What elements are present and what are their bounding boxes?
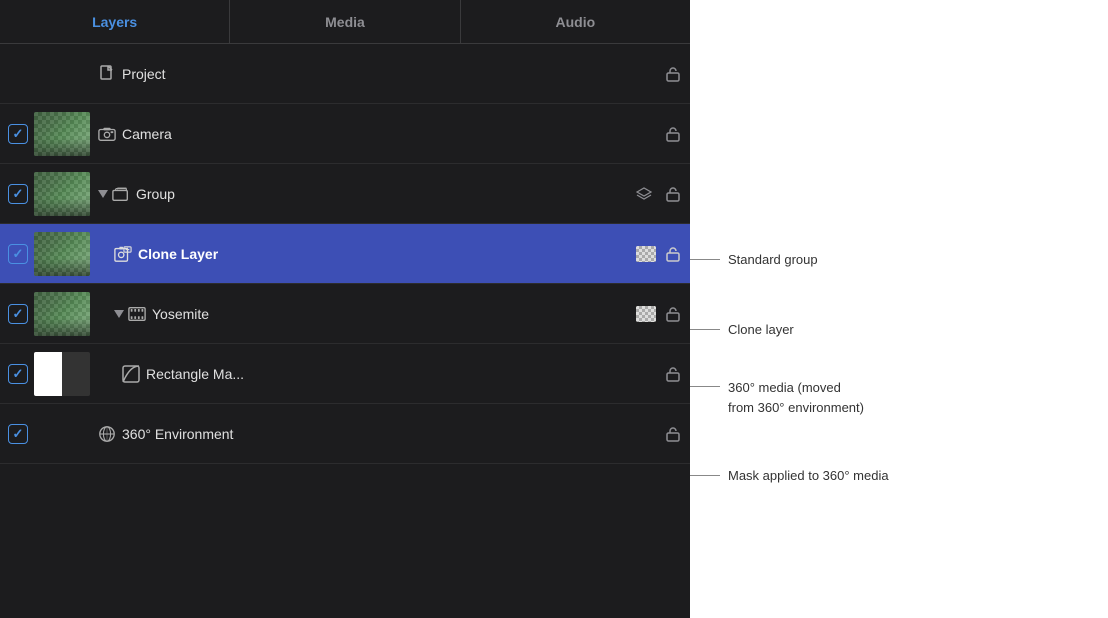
mini-thumb-yosemite xyxy=(636,306,656,322)
group-icon xyxy=(112,185,130,203)
thumbnail-clone xyxy=(34,232,90,276)
ann-connector-mask xyxy=(690,475,720,476)
lock-icon-360[interactable] xyxy=(664,425,682,443)
layer-row-yosemite[interactable]: Yosemite xyxy=(0,284,690,344)
annotation-text-clone-layer: Clone layer xyxy=(728,322,794,337)
checkbox-360[interactable] xyxy=(8,424,28,444)
layer-name-yosemite: Yosemite xyxy=(152,306,630,322)
annotation-standard-group: Standard group xyxy=(690,252,818,267)
ann-connector-standard-group xyxy=(690,259,720,260)
annotation-360-media: 360° media (movedfrom 360° environment) xyxy=(690,378,864,417)
lock-icon-mask[interactable] xyxy=(664,365,682,383)
thumbnail-group xyxy=(34,172,90,216)
layer-row-360-env[interactable]: 360° Environment xyxy=(0,404,690,464)
layer-row-rectangle-mask[interactable]: Rectangle Ma... xyxy=(0,344,690,404)
layers-list: Project Camera xyxy=(0,44,690,618)
annotation-text-360: 360° media (movedfrom 360° environment) xyxy=(728,378,864,417)
annotation-text-mask: Mask applied to 360° media xyxy=(728,468,889,483)
layer-row-group[interactable]: Group xyxy=(0,164,690,224)
tab-layers[interactable]: Layers xyxy=(0,0,230,43)
layer-name-camera: Camera xyxy=(122,126,656,142)
triangle-group[interactable] xyxy=(98,190,108,198)
lock-icon-clone[interactable] xyxy=(664,245,682,263)
ann-connector-clone-layer xyxy=(690,329,720,330)
ann-connector-360 xyxy=(690,386,720,387)
lock-icon-yosemite[interactable] xyxy=(664,305,682,323)
mask-icon xyxy=(122,365,140,383)
360-icon xyxy=(98,425,116,443)
checkbox-yosemite[interactable] xyxy=(8,304,28,324)
mini-thumb-clone xyxy=(636,246,656,262)
layer-name-mask: Rectangle Ma... xyxy=(146,366,656,382)
film-icon xyxy=(128,305,146,323)
checkbox-mask[interactable] xyxy=(8,364,28,384)
annotations-panel: Standard group Clone layer 360° media (m… xyxy=(690,0,1108,618)
camera-icon xyxy=(98,125,116,143)
tab-layers-label: Layers xyxy=(92,14,137,30)
layer-row-project[interactable]: Project xyxy=(0,44,690,104)
tab-audio[interactable]: Audio xyxy=(461,0,690,43)
stacked-layers-icon xyxy=(636,187,652,201)
tab-media[interactable]: Media xyxy=(230,0,460,43)
layer-name-clone: Clone Layer xyxy=(138,246,630,262)
lock-icon-project[interactable] xyxy=(664,65,682,83)
checkbox-group[interactable] xyxy=(8,184,28,204)
thumbnail-yosemite xyxy=(34,292,90,336)
layer-name-360: 360° Environment xyxy=(122,426,656,442)
document-icon xyxy=(98,65,116,83)
layer-name-project: Project xyxy=(122,66,656,82)
annotation-mask: Mask applied to 360° media xyxy=(690,468,889,483)
layer-name-group: Group xyxy=(136,186,636,202)
layers-panel: Layers Media Audio Project xyxy=(0,0,690,618)
thumbnail-mask xyxy=(34,352,90,396)
clone-icon xyxy=(114,245,132,263)
tab-bar: Layers Media Audio xyxy=(0,0,690,44)
annotation-clone-layer: Clone layer xyxy=(690,322,794,337)
layer-row-camera[interactable]: Camera xyxy=(0,104,690,164)
lock-icon-camera[interactable] xyxy=(664,125,682,143)
tab-audio-label: Audio xyxy=(555,14,595,30)
thumbnail-camera xyxy=(34,112,90,156)
annotation-text-standard-group: Standard group xyxy=(728,252,818,267)
checkbox-camera[interactable] xyxy=(8,124,28,144)
triangle-yosemite[interactable] xyxy=(114,310,124,318)
lock-icon-group[interactable] xyxy=(664,185,682,203)
layer-row-clone[interactable]: Clone Layer xyxy=(0,224,690,284)
checkbox-clone[interactable] xyxy=(8,244,28,264)
tab-media-label: Media xyxy=(325,14,365,30)
